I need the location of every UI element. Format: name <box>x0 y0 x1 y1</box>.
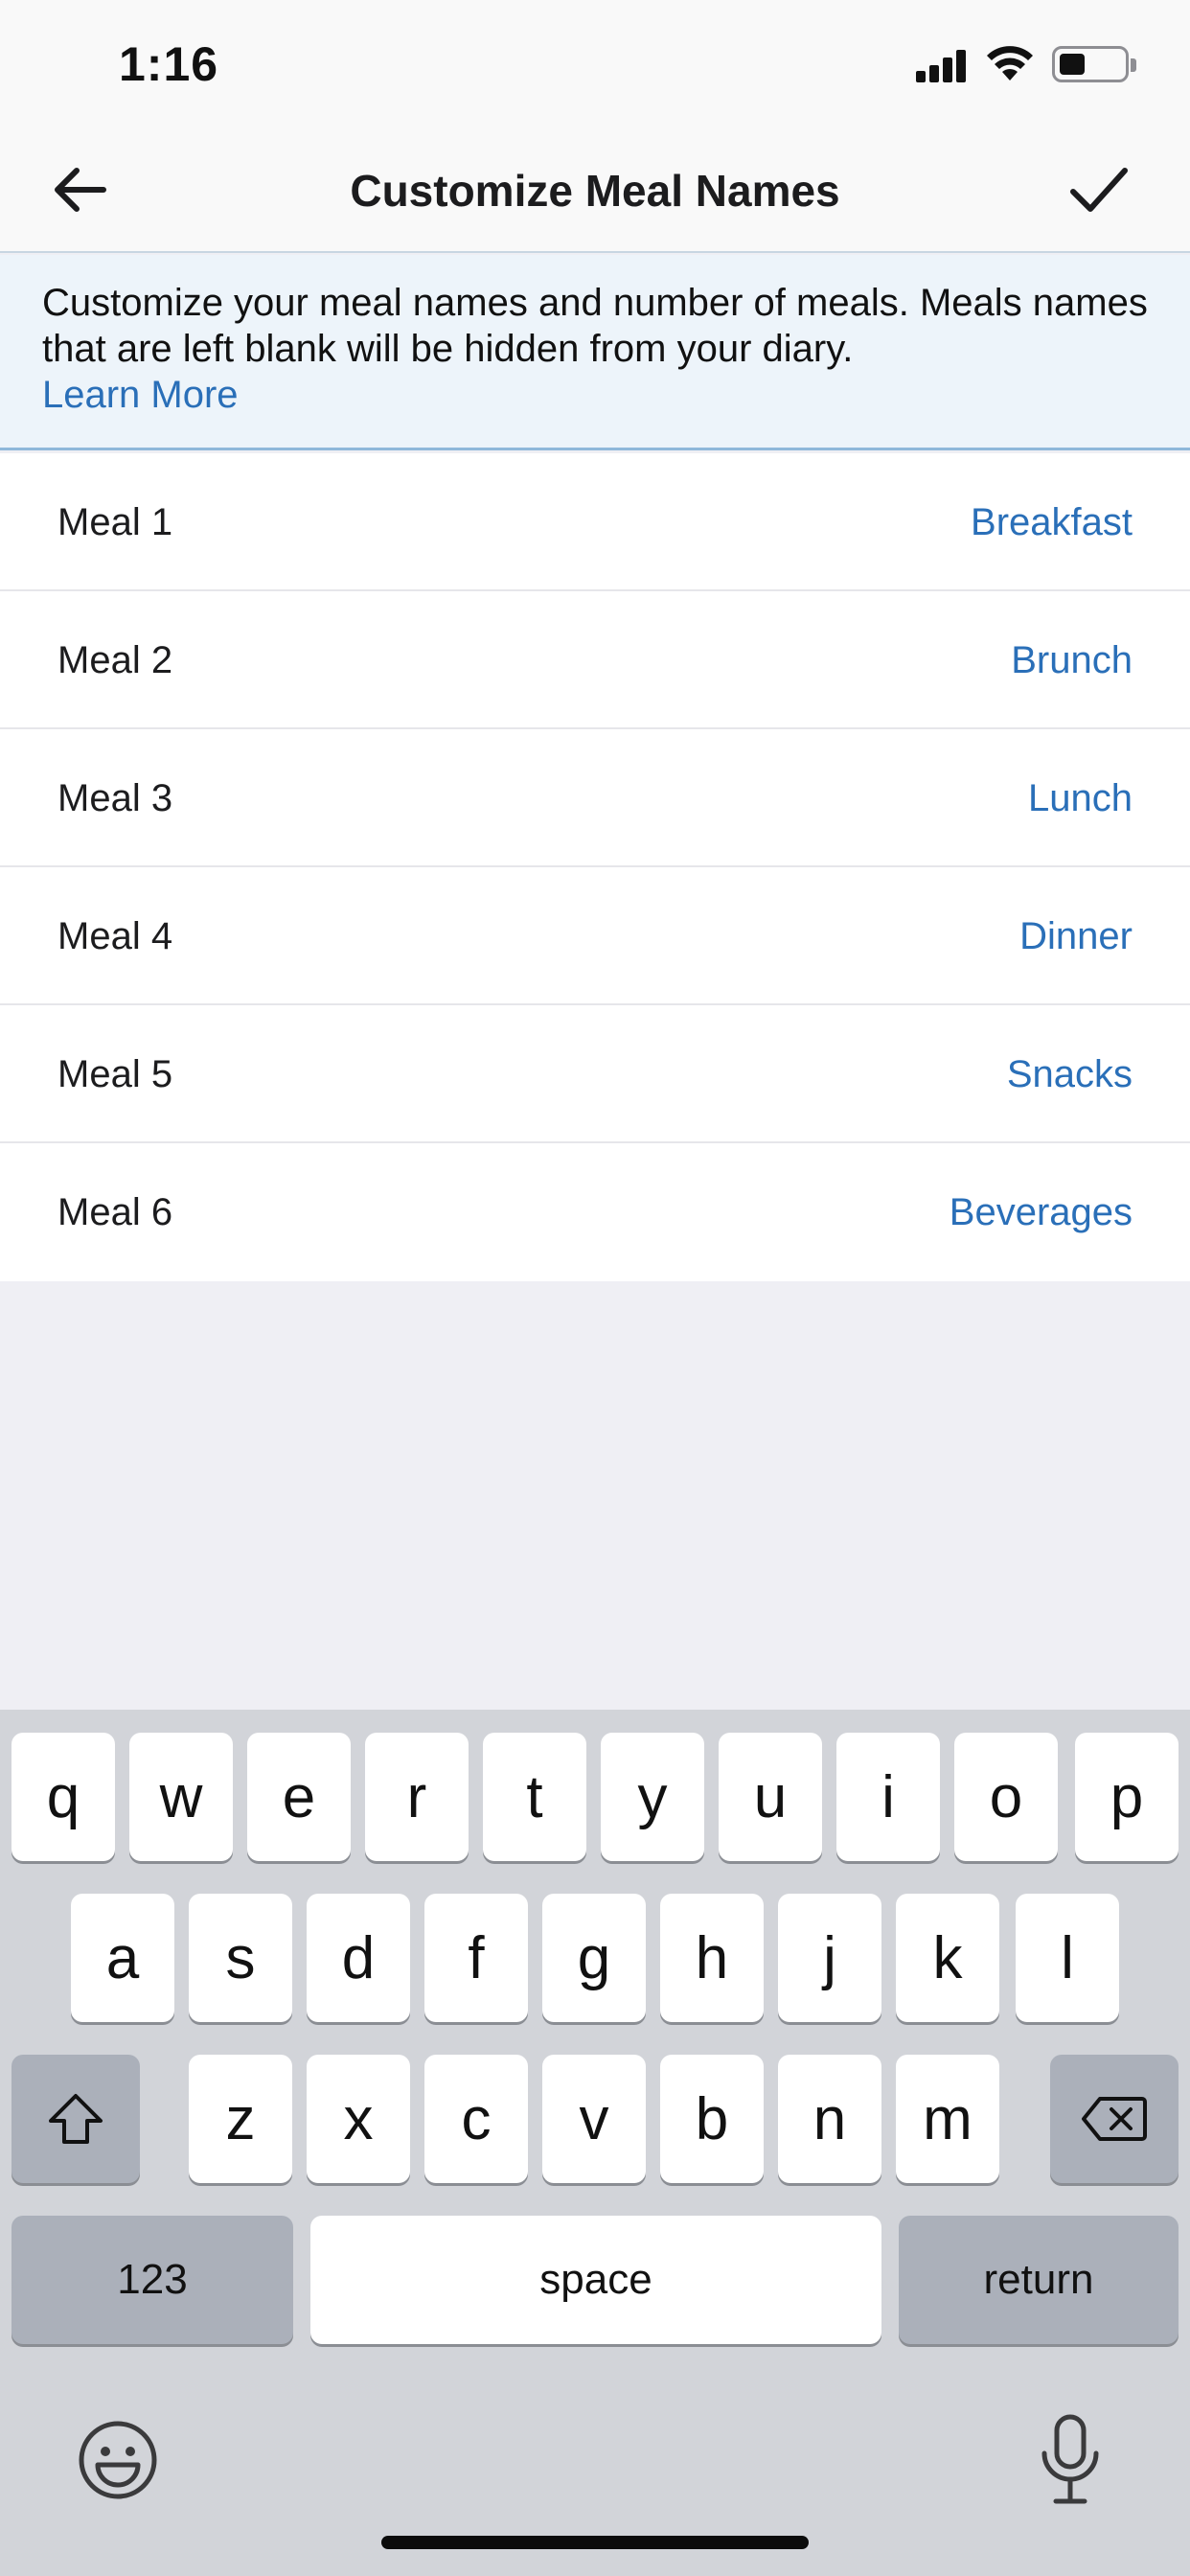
return-key[interactable]: return <box>899 2216 1179 2344</box>
key[interactable]: w <box>129 1733 233 1861</box>
shift-key[interactable] <box>11 2055 140 2183</box>
meal-row-3[interactable]: Meal 3 Lunch <box>0 729 1190 867</box>
banner-text: Customize your meal names and number of … <box>42 282 1148 370</box>
key[interactable]: b <box>660 2055 764 2183</box>
emoji-icon[interactable] <box>77 2419 159 2501</box>
delete-key[interactable] <box>1050 2055 1179 2183</box>
learn-more-link[interactable]: Learn More <box>42 372 239 418</box>
key[interactable]: n <box>778 2055 881 2183</box>
meal-label: Meal 1 <box>57 501 173 543</box>
meal-name-field[interactable]: Dinner <box>1019 915 1133 958</box>
battery-icon <box>1052 46 1136 82</box>
key[interactable]: j <box>778 1894 881 2022</box>
meal-row-5[interactable]: Meal 5 Snacks <box>0 1005 1190 1143</box>
meal-label: Meal 5 <box>57 1053 173 1095</box>
key[interactable]: t <box>483 1733 586 1861</box>
key[interactable]: m <box>896 2055 999 2183</box>
status-time: 1:16 <box>119 37 219 91</box>
microphone-icon[interactable] <box>1039 2413 1102 2505</box>
meal-label: Meal 2 <box>57 639 173 681</box>
meal-name-field[interactable]: Breakfast <box>971 501 1133 544</box>
key[interactable]: i <box>836 1733 940 1861</box>
cellular-signal-icon <box>916 50 968 82</box>
key[interactable]: a <box>71 1894 174 2022</box>
info-banner: Customize your meal names and number of … <box>0 255 1190 450</box>
meal-row-4[interactable]: Meal 4 Dinner <box>0 867 1190 1005</box>
meal-name-field[interactable]: Snacks <box>1007 1053 1133 1096</box>
navigation-bar: Customize Meal Names <box>0 126 1190 253</box>
key[interactable]: o <box>954 1733 1058 1861</box>
key[interactable]: k <box>896 1894 999 2022</box>
numbers-key[interactable]: 123 <box>11 2216 293 2344</box>
wifi-icon <box>987 46 1033 80</box>
key[interactable]: d <box>307 1894 410 2022</box>
key[interactable]: v <box>542 2055 646 2183</box>
keyboard: q w e r t y u i o p a s d f g h j k l z … <box>0 1710 1190 2576</box>
key[interactable]: z <box>189 2055 292 2183</box>
key[interactable]: g <box>542 1894 646 2022</box>
screen: 1:16 Customize Meal Names Customize your… <box>0 0 1190 2576</box>
page-title: Customize Meal Names <box>350 166 840 216</box>
meal-label: Meal 3 <box>57 777 173 819</box>
meal-list: Meal 1 Breakfast Meal 2 Brunch Meal 3 Lu… <box>0 453 1190 1281</box>
key[interactable]: c <box>424 2055 528 2183</box>
meal-label: Meal 6 <box>57 1191 173 1233</box>
meal-row-6[interactable]: Meal 6 Beverages <box>0 1143 1190 1281</box>
key[interactable]: y <box>601 1733 704 1861</box>
home-indicator <box>381 2536 809 2549</box>
key[interactable]: e <box>247 1733 351 1861</box>
status-bar: 1:16 <box>0 0 1190 126</box>
meal-label: Meal 4 <box>57 915 173 957</box>
key[interactable]: q <box>11 1733 115 1861</box>
key[interactable]: r <box>365 1733 469 1861</box>
meal-row-1[interactable]: Meal 1 Breakfast <box>0 453 1190 591</box>
checkmark-icon[interactable] <box>1065 159 1133 218</box>
space-key[interactable]: space <box>310 2216 881 2344</box>
meal-name-field[interactable]: Brunch <box>1011 639 1133 682</box>
meal-row-2[interactable]: Meal 2 Brunch <box>0 591 1190 729</box>
meal-name-field[interactable]: Beverages <box>950 1191 1133 1234</box>
meal-name-field[interactable]: Lunch <box>1028 777 1133 820</box>
key[interactable]: p <box>1075 1733 1179 1861</box>
key[interactable]: h <box>660 1894 764 2022</box>
key[interactable]: x <box>307 2055 410 2183</box>
shift-arrow-icon <box>49 2094 103 2144</box>
key[interactable]: f <box>424 1894 528 2022</box>
backspace-icon <box>1082 2097 1147 2141</box>
key[interactable]: s <box>189 1894 292 2022</box>
key[interactable]: l <box>1016 1894 1119 2022</box>
key[interactable]: u <box>719 1733 822 1861</box>
